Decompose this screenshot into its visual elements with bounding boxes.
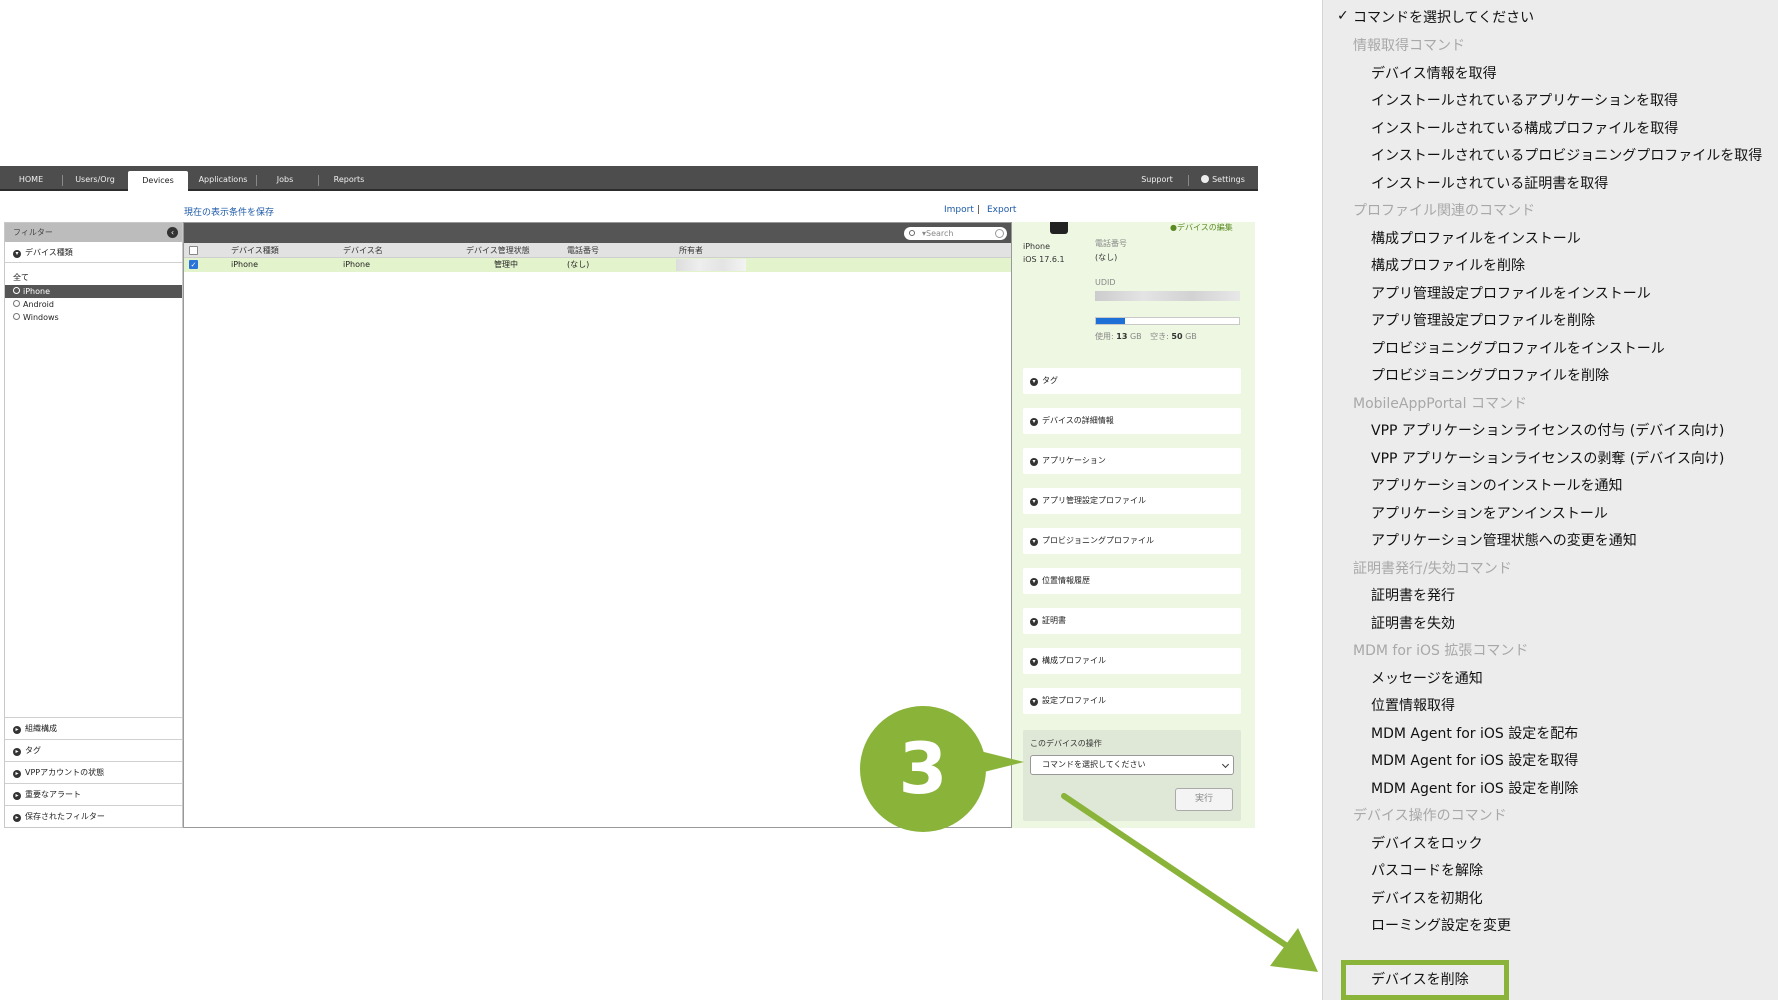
menu-item[interactable]: 構成プロファイルをインストール (1371, 229, 1581, 249)
menu-item[interactable]: アプリ管理設定プロファイルを削除 (1371, 311, 1595, 331)
menu-item[interactable]: ローミング設定を変更 (1371, 916, 1511, 936)
menu-item[interactable]: プロビジョニングプロファイルをインストール (1371, 339, 1665, 359)
menu-item[interactable]: MDM Agent for iOS 設定を配布 (1371, 724, 1578, 744)
menu-item[interactable]: インストールされているプロビジョニングプロファイルを取得 (1371, 146, 1762, 166)
menu-item[interactable]: メッセージを通知 (1371, 669, 1483, 689)
menu-item[interactable]: パスコードを解除 (1371, 861, 1483, 881)
menu-item[interactable]: インストールされている証明書を取得 (1371, 174, 1608, 194)
menu-item[interactable]: MDM Agent for iOS 設定を削除 (1371, 779, 1578, 799)
menu-item[interactable]: インストールされているアプリケーションを取得 (1371, 91, 1678, 111)
menu-item[interactable]: アプリ管理設定プロファイルをインストール (1371, 284, 1651, 304)
menu-group-header: MDM for iOS 拡張コマンド (1353, 643, 1529, 659)
menu-group-header: プロファイル関連のコマンド (1353, 203, 1535, 219)
menu-item[interactable]: VPP アプリケーションライセンスの剥奪 (デバイス向け) (1371, 449, 1724, 469)
menu-item-selected[interactable]: コマンドを選択してください (1353, 8, 1534, 28)
menu-item[interactable]: 証明書を発行 (1371, 586, 1455, 606)
menu-item[interactable]: インストールされている構成プロファイルを取得 (1371, 119, 1678, 139)
menu-item[interactable]: 証明書を失効 (1371, 614, 1455, 634)
menu-item-delete-device[interactable]: デバイスを削除 (1371, 970, 1469, 990)
menu-item[interactable]: 位置情報取得 (1371, 696, 1455, 716)
menu-group-header: 情報取得コマンド (1353, 38, 1465, 54)
menu-item[interactable]: デバイス情報を取得 (1371, 64, 1497, 84)
menu-item[interactable]: アプリケーションをアンインストール (1371, 504, 1608, 524)
menu-item[interactable]: プロビジョニングプロファイルを削除 (1371, 366, 1609, 386)
menu-group-header: MobileAppPortal コマンド (1353, 395, 1527, 412)
menu-item[interactable]: アプリケーションのインストールを通知 (1371, 476, 1622, 496)
menu-item[interactable]: デバイスをロック (1371, 834, 1483, 854)
checkmark-icon: ✓ (1337, 8, 1349, 24)
menu-group-header: デバイス操作のコマンド (1353, 808, 1507, 824)
menu-item[interactable]: VPP アプリケーションライセンスの付与 (デバイス向け) (1371, 421, 1724, 441)
command-dropdown-menu: ✓ コマンドを選択してください 情報取得コマンドデバイス情報を取得インストールさ… (1322, 0, 1778, 1000)
arrow-shaft (1061, 793, 1293, 951)
menu-group-header: 証明書発行/失効コマンド (1353, 560, 1512, 577)
arrow-head (1270, 928, 1318, 972)
menu-item[interactable]: デバイスを初期化 (1371, 889, 1483, 909)
menu-item[interactable]: アプリケーション管理状態への変更を通知 (1371, 531, 1637, 551)
menu-item[interactable]: MDM Agent for iOS 設定を取得 (1371, 751, 1578, 771)
menu-item[interactable]: 構成プロファイルを削除 (1371, 256, 1525, 276)
